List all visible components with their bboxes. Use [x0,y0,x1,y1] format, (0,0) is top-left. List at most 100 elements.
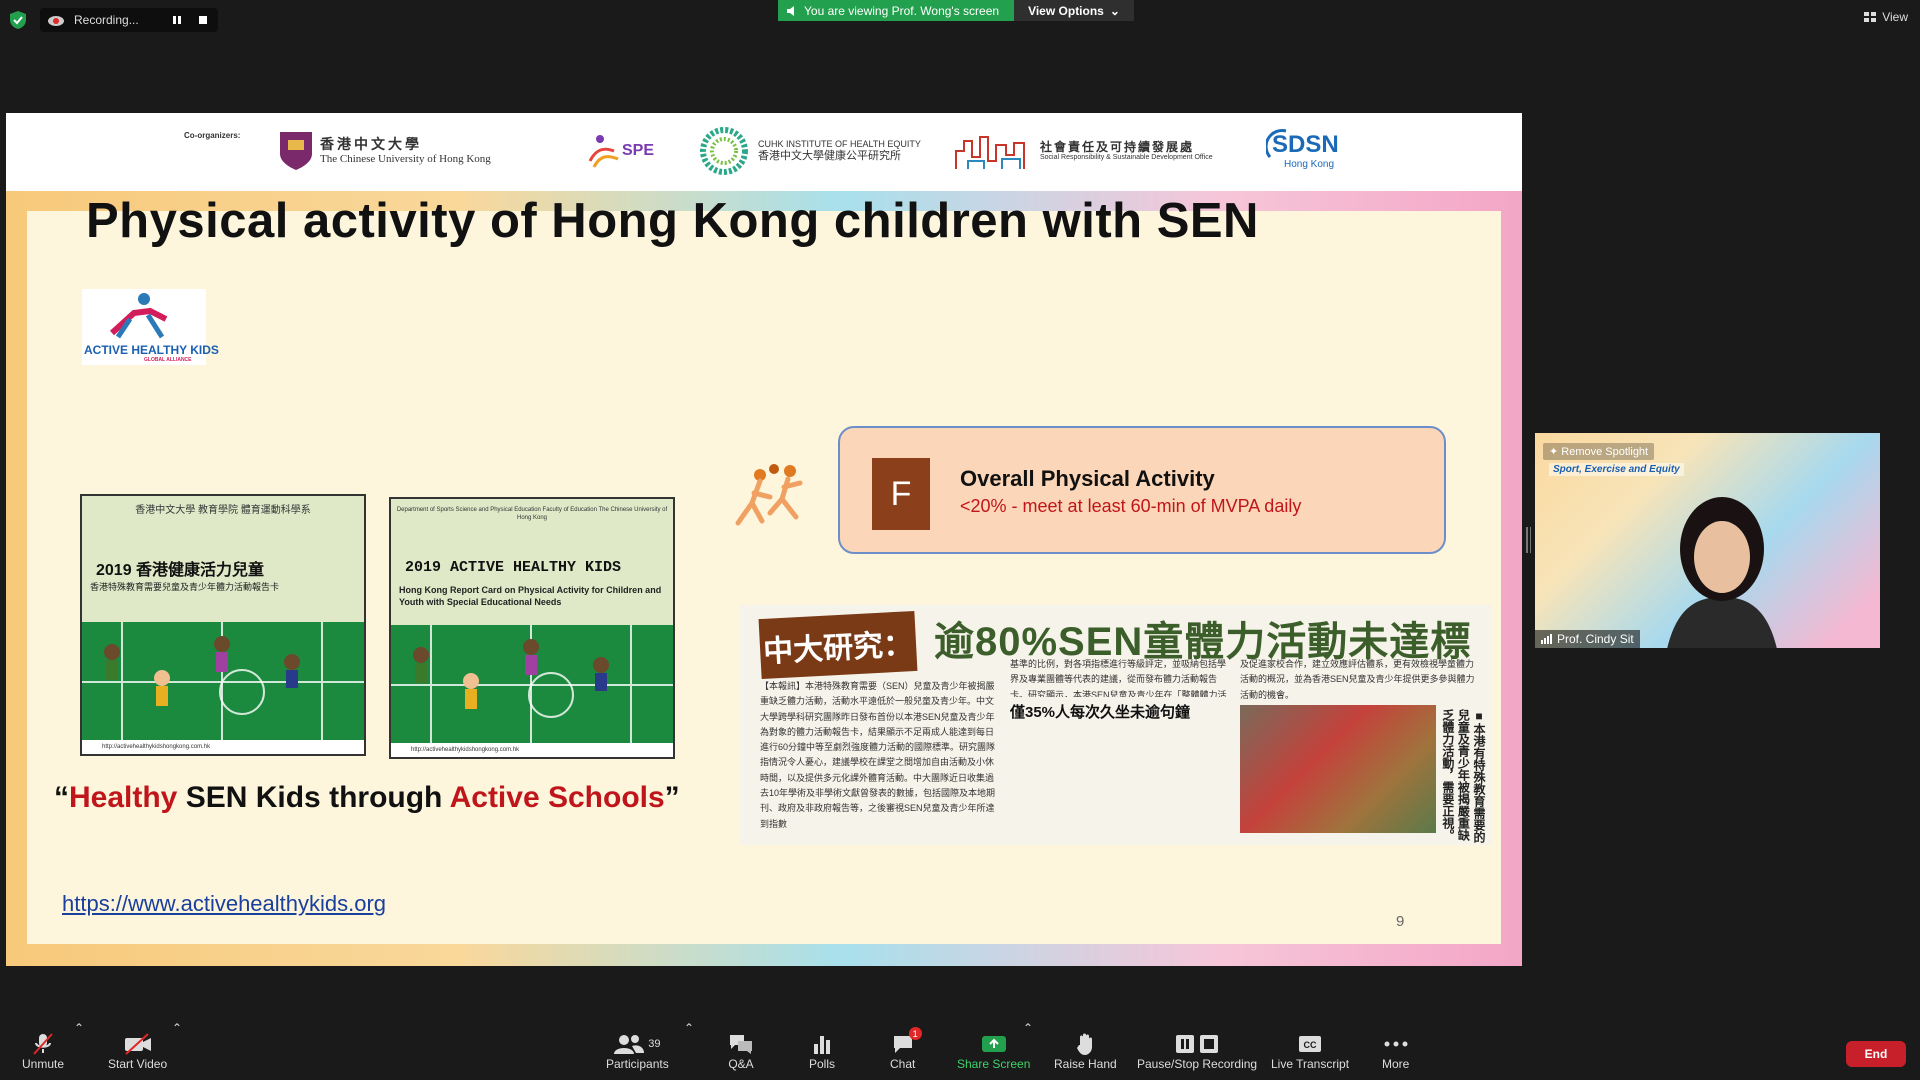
live-transcript-label: Live Transcript [1271,1057,1350,1071]
stop-recording-icon[interactable] [196,13,210,27]
skyline-icon [955,136,1025,169]
qa-label: Q&A [728,1057,754,1071]
pause-stop-recording-icon [1175,1031,1219,1057]
report-card-english: Department of Sports Science and Physica… [389,497,675,759]
more-label: More [1382,1057,1410,1071]
participants-button[interactable]: 39 Participants [606,1031,669,1071]
report-card-title: 2019 ACTIVE HEALTHY KIDS [405,559,622,576]
participants-options-caret[interactable]: ⌃ [684,1021,694,1035]
recording-indicator: Recording... [40,8,218,32]
raise-hand-icon [1076,1031,1094,1057]
ahk-logo-text: ACTIVE HEALTHY KIDS [84,343,219,357]
viewing-screen-text: You are viewing Prof. Wong's screen [804,3,1000,18]
ihe-chinese-name: 香港中文大學健康公平研究所 [758,149,901,162]
video-options-caret[interactable]: ⌃ [172,1021,182,1035]
speaker-icon [787,5,794,16]
qa-button[interactable]: Q&A [728,1031,754,1071]
shield-check-icon[interactable] [10,11,26,29]
spe-logo: SPE [584,127,654,175]
qa-bubbles-icon [728,1031,754,1057]
unmute-button[interactable]: Unmute [22,1031,64,1071]
news-subheadline: 僅35%人每次久坐未逾句鐘 [1010,704,1191,721]
running-kid-icon [109,293,168,339]
cuhk-english-name: The Chinese University of Hong Kong [320,152,491,165]
participant-name: Prof. Cindy Sit [1557,632,1634,646]
participant-video-tile[interactable]: ✦ Remove Spotlight Sport, Exercise and E… [1535,433,1880,648]
remove-spotlight-button[interactable]: ✦ Remove Spotlight [1543,443,1655,460]
report-card-footer: http://activehealthykidshongkong.com.hk [82,740,364,754]
pause-recording-icon[interactable] [170,13,184,27]
news-column-2-top: 基準的比例，對各項指標進行等級評定，並吸納包括學界及專業團體等代表的建議，從而發… [1010,659,1227,697]
report-card-subtitle: 香港特殊教育需要兒童及青少年體力活動報告卡 [90,582,280,592]
more-button[interactable]: More [1382,1031,1409,1071]
grade-badge: F [872,458,930,530]
news-vertical-caption: ■本港有特殊教育需要的兒童及青少年被揭嚴重缺乏體力活動，需要正視。 [1440,709,1486,843]
panel-splitter-handle[interactable] [1526,527,1531,553]
srsdo-english-name: Social Responsibility & Sustainable Deve… [1040,154,1213,161]
remove-spotlight-label: Remove Spotlight [1561,446,1649,458]
social-responsibility-office-logo: 社會責任及可持續發展處 Social Responsibility & Sust… [954,127,1213,175]
report-card-title: 2019 香港健康活力兒童 [96,562,265,579]
grade-card: F Overall Physical Activity <20% - meet … [838,426,1446,554]
report-card-footer: http://activehealthykidshongkong.com.hk [391,743,673,757]
grade-label: Overall Physical Activity [960,466,1215,491]
participant-avatar [1667,497,1777,648]
kids-field-illustration [391,625,673,745]
start-video-label: Start Video [108,1057,168,1071]
sdsn-logo: SDSN Hong Kong [1266,127,1339,175]
chat-button[interactable]: 1 Chat [890,1027,922,1071]
video-off-icon [124,1031,152,1057]
grade-description: <20% - meet at least 60-min of MVPA dail… [960,496,1302,516]
tagline-open-quote: “ [54,781,69,814]
view-options-button[interactable]: View Options ⌄ [1014,0,1134,21]
share-options-caret[interactable]: ⌃ [1023,1021,1033,1035]
audio-options-caret[interactable]: ⌃ [74,1021,84,1035]
closed-captions-icon: CC [1298,1031,1322,1057]
spe-figure-icon [588,135,619,168]
spe-text: SPE [622,142,655,159]
unmute-label: Unmute [22,1057,65,1071]
muted-microphone-icon [31,1031,55,1057]
live-transcript-button[interactable]: CC Live Transcript [1271,1031,1349,1071]
shared-screen-slide: Co-organizers: 香港中文大學 The Chinese Univer… [6,113,1522,966]
pin-icon: ✦ [1549,446,1562,458]
polls-button[interactable]: Polls [809,1031,835,1071]
pause-stop-recording-button[interactable]: Pause/Stop Recording [1137,1031,1257,1071]
report-card-header: 香港中文大學 教育學院 體育運動科學系 [135,505,311,516]
chevron-down-icon: ⌄ [1109,3,1120,18]
sdsn-arc-icon [1266,128,1287,158]
kids-field-illustration [82,622,364,742]
tagline-active-schools: Active Schools [449,781,665,814]
ihe-english-name: CUHK INSTITUTE OF HEALTH EQUITY [758,139,921,149]
svg-text:CC: CC [1304,1040,1317,1050]
sunburst-icon [700,127,748,175]
share-screen-label: Share Screen [957,1057,1031,1071]
active-healthy-kids-logo: ACTIVE HEALTHY KIDS GLOBAL ALLIANCE [82,289,219,365]
chat-unread-badge: 1 [908,1027,922,1040]
slide-page-number: 9 [1396,913,1405,930]
share-screen-button[interactable]: Share Screen [957,1031,1030,1071]
video-banner-text: Sport, Exercise and Equity [1549,463,1684,476]
srsdo-chinese-name: 社會責任及可持續發展處 [1040,139,1195,154]
newspaper-clipping: 中大研究： 逾80%SEN童體力活動未達標 【本報訊】本港特殊教育需要（SEN）… [740,605,1492,845]
share-screen-icon [981,1031,1007,1057]
slide-title: Physical activity of Hong Kong children … [86,194,1259,248]
view-button[interactable]: View [1864,10,1908,24]
polls-bar-chart-icon [812,1031,832,1057]
view-options-label: View Options [1028,3,1104,18]
participants-icon: 39 [614,1031,660,1057]
participant-name-tag: Prof. Cindy Sit [1535,630,1640,648]
active-healthy-kids-link[interactable]: https://www.activehealthykids.org [62,891,386,917]
raise-hand-button[interactable]: Raise Hand [1054,1031,1117,1071]
participant-count: 39 [648,1038,661,1050]
raise-hand-label: Raise Hand [1054,1057,1117,1071]
start-video-button[interactable]: Start Video [108,1031,167,1071]
tagline: “Healthy SEN Kids through Active Schools… [54,781,680,815]
report-card-chinese: 香港中文大學 教育學院 體育運動科學系 2019 香港健康活力兒童 香港特殊教育… [80,494,366,756]
polls-label: Polls [809,1057,836,1071]
recording-label: Recording... [74,13,139,27]
end-meeting-button[interactable]: End [1846,1041,1906,1067]
meeting-toolbar: Unmute ⌃ Start Video ⌃ 39 Participants ⌃… [0,1013,1920,1080]
chat-label: Chat [890,1057,916,1071]
institute-of-health-equity-logo: CUHK INSTITUTE OF HEALTH EQUITY 香港中文大學健康… [696,127,921,175]
